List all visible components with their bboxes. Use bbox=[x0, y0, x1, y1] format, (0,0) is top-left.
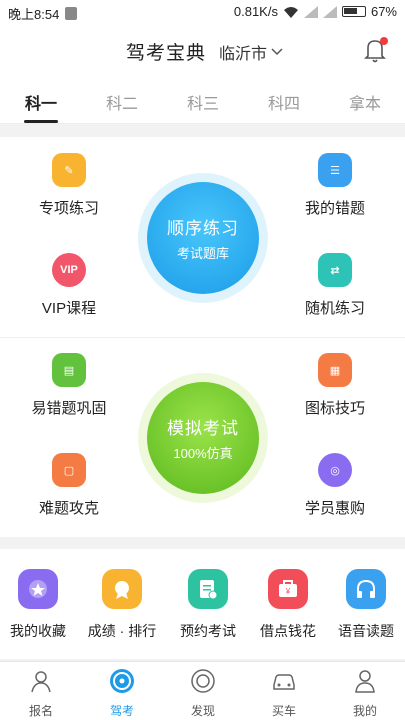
circle-title: 模拟考试 bbox=[167, 419, 239, 438]
network-speed: 0.81K/s bbox=[233, 4, 278, 19]
book-exam-item[interactable]: 预约考试 bbox=[168, 569, 248, 641]
vip-course-item[interactable]: VIP VIP课程 bbox=[14, 253, 124, 318]
nav-label: 报名 bbox=[28, 704, 53, 718]
book-icon: ▤ bbox=[52, 353, 86, 387]
circle-subtitle: 100%仿真 bbox=[173, 446, 233, 461]
star-icon bbox=[18, 569, 58, 609]
tab-subject-4[interactable]: 科四 bbox=[254, 90, 314, 114]
nav-discover[interactable]: 发现 bbox=[173, 668, 233, 719]
error-prone-item[interactable]: ▤ 易错题巩固 bbox=[14, 353, 124, 418]
item-label: 难题攻克 bbox=[38, 500, 99, 517]
item-label: 语音读题 bbox=[338, 623, 394, 639]
nav-buy-car[interactable]: 买车 bbox=[254, 668, 314, 719]
item-label: 成绩 · 排行 bbox=[87, 623, 157, 639]
svg-text:¥: ¥ bbox=[285, 587, 291, 596]
special-practice-item[interactable]: ✎ 专项练习 bbox=[14, 153, 124, 218]
car-icon bbox=[273, 674, 295, 690]
chevron-down-icon bbox=[271, 48, 283, 56]
signup-icon bbox=[31, 671, 51, 693]
battery-percent: 67% bbox=[370, 4, 397, 19]
mock-exam-button[interactable]: 模拟考试 100%仿真 bbox=[138, 373, 268, 503]
circle-title: 顺序练习 bbox=[167, 219, 239, 238]
item-label: 图标技巧 bbox=[304, 400, 365, 417]
grid-icon: ▦ bbox=[318, 353, 352, 387]
nav-label: 发现 bbox=[190, 704, 215, 718]
steering-icon bbox=[110, 669, 134, 693]
tab-subject-2[interactable]: 科二 bbox=[92, 90, 152, 114]
city-selector[interactable]: 临沂市 bbox=[219, 40, 283, 64]
item-label: 专项练习 bbox=[38, 200, 99, 217]
wheel-icon: ◎ bbox=[318, 453, 352, 487]
tab-license[interactable]: 拿本 bbox=[335, 90, 395, 114]
practice-grid: ✎ 专项练习 ☰ 我的错题 VIP VIP课程 ⇄ 随机练习 ▤ 易错题巩固 ▦… bbox=[0, 137, 405, 537]
bell-icon[interactable] bbox=[363, 36, 389, 64]
item-label: 预约考试 bbox=[180, 623, 236, 639]
sign-tips-item[interactable]: ▦ 图标技巧 bbox=[280, 353, 390, 418]
student-deals-item[interactable]: ◎ 学员惠购 bbox=[280, 453, 390, 518]
sequential-practice-circle: 顺序练习 考试题库 bbox=[147, 182, 259, 294]
wifi-icon bbox=[283, 6, 298, 18]
hard-questions-item[interactable]: ▢ 难题攻克 bbox=[14, 453, 124, 518]
scores-ranking-item[interactable]: 成绩 · 排行 bbox=[82, 569, 162, 641]
clock: 晚上8:54 bbox=[8, 7, 60, 22]
tab-subject-1[interactable]: 科一 bbox=[11, 90, 71, 114]
status-bar: 晚上8:54 0.81K/s 67% bbox=[0, 0, 405, 24]
bottom-nav: 报名 驾考 发现 买车 我的 bbox=[0, 661, 405, 720]
favorites-item[interactable]: 我的收藏 bbox=[0, 569, 78, 641]
item-label: 易错题巩固 bbox=[31, 400, 107, 417]
item-label: 学员惠购 bbox=[304, 500, 365, 517]
item-label: 随机练习 bbox=[304, 300, 365, 317]
clipboard-icon bbox=[188, 569, 228, 609]
tab-subject-3[interactable]: 科三 bbox=[173, 90, 233, 114]
battery-icon bbox=[341, 6, 366, 17]
tools-row: 我的收藏 成绩 · 排行 预约考试 ¥ 借点钱花 语音读题 bbox=[0, 549, 405, 659]
city-label: 临沂市 bbox=[219, 46, 268, 63]
my-mistakes-item[interactable]: ☰ 我的错题 bbox=[280, 153, 390, 218]
borrow-money-item[interactable]: ¥ 借点钱花 bbox=[248, 569, 328, 641]
wallet-icon: ¥ bbox=[268, 569, 308, 609]
item-label: VIP课程 bbox=[41, 300, 97, 317]
mock-exam-circle: 模拟考试 100%仿真 bbox=[147, 382, 259, 494]
sim-icon bbox=[65, 7, 78, 20]
nav-mine[interactable]: 我的 bbox=[335, 668, 395, 719]
shuffle-icon: ⇄ bbox=[318, 253, 352, 287]
list-icon: ☰ bbox=[318, 153, 352, 187]
doc-icon: ▢ bbox=[52, 453, 86, 487]
circle-subtitle: 考试题库 bbox=[176, 246, 229, 261]
nav-driving-test[interactable]: 驾考 bbox=[92, 668, 152, 719]
person-icon bbox=[355, 670, 375, 693]
edit-icon: ✎ bbox=[52, 153, 86, 187]
signal-icon bbox=[303, 5, 318, 18]
section-divider bbox=[0, 337, 405, 338]
signal-icon-2 bbox=[322, 5, 337, 18]
nav-signup[interactable]: 报名 bbox=[11, 668, 71, 719]
nav-label: 买车 bbox=[271, 704, 296, 718]
app-title: 驾考宝典 bbox=[126, 43, 207, 64]
tab-indicator bbox=[24, 120, 58, 123]
medal-icon bbox=[102, 569, 142, 609]
headphones-icon bbox=[346, 569, 386, 609]
app-header: 驾考宝典 临沂市 bbox=[0, 24, 405, 76]
nav-label: 驾考 bbox=[109, 704, 134, 718]
nav-label: 我的 bbox=[352, 704, 377, 718]
voice-read-item[interactable]: 语音读题 bbox=[326, 569, 405, 641]
discover-icon bbox=[191, 669, 215, 693]
vip-icon: VIP bbox=[52, 253, 86, 287]
subject-tabs: 科一 科二 科三 科四 拿本 bbox=[0, 76, 405, 124]
item-label: 我的错题 bbox=[304, 200, 365, 217]
item-label: 我的收藏 bbox=[10, 623, 66, 639]
item-label: 借点钱花 bbox=[260, 623, 316, 639]
sequential-practice-button[interactable]: 顺序练习 考试题库 bbox=[138, 173, 268, 303]
random-practice-item[interactable]: ⇄ 随机练习 bbox=[280, 253, 390, 318]
